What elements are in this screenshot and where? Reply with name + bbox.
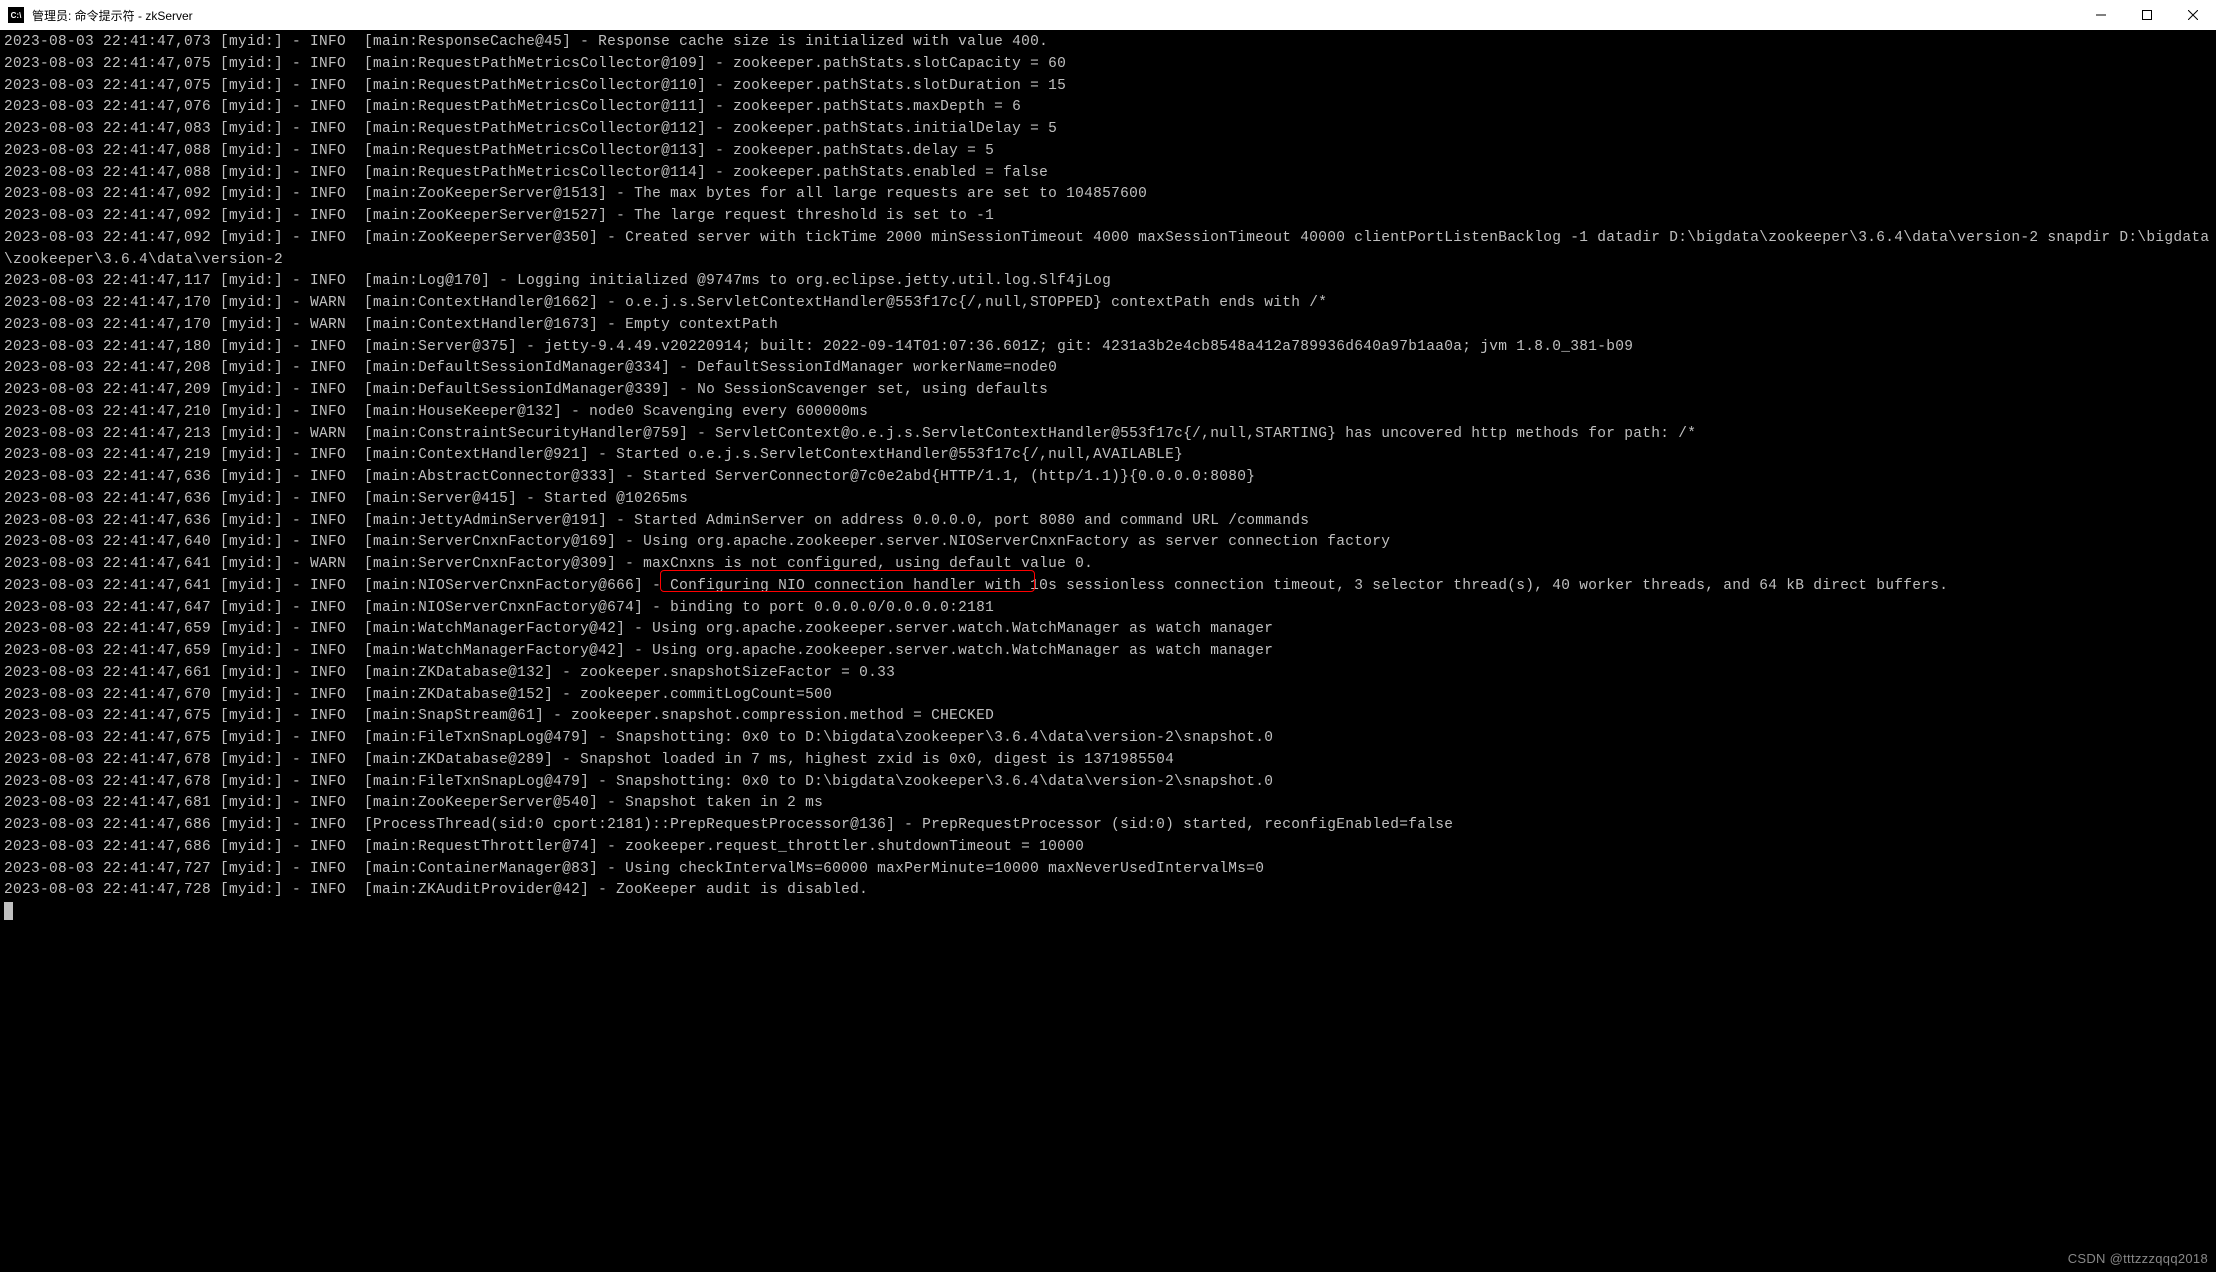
titlebar[interactable]: C:\ 管理员: 命令提示符 - zkServer bbox=[0, 0, 2216, 30]
log-line: 2023-08-03 22:41:47,678 [myid:] - INFO [… bbox=[4, 772, 2212, 794]
close-button[interactable] bbox=[2170, 0, 2216, 30]
log-line: 2023-08-03 22:41:47,209 [myid:] - INFO [… bbox=[4, 380, 2212, 402]
log-line: 2023-08-03 22:41:47,686 [myid:] - INFO [… bbox=[4, 815, 2212, 837]
log-line: 2023-08-03 22:41:47,636 [myid:] - INFO [… bbox=[4, 467, 2212, 489]
log-line: 2023-08-03 22:41:47,640 [myid:] - INFO [… bbox=[4, 532, 2212, 554]
window-controls bbox=[2078, 0, 2216, 30]
log-line: 2023-08-03 22:41:47,208 [myid:] - INFO [… bbox=[4, 358, 2212, 380]
log-line: 2023-08-03 22:41:47,075 [myid:] - INFO [… bbox=[4, 76, 2212, 98]
watermark: CSDN @tttzzzqqq2018 bbox=[2068, 1249, 2208, 1269]
log-line: 2023-08-03 22:41:47,659 [myid:] - INFO [… bbox=[4, 641, 2212, 663]
log-line: 2023-08-03 22:41:47,170 [myid:] - WARN [… bbox=[4, 293, 2212, 315]
log-line: 2023-08-03 22:41:47,219 [myid:] - INFO [… bbox=[4, 445, 2212, 467]
log-line: 2023-08-03 22:41:47,073 [myid:] - INFO [… bbox=[4, 32, 2212, 54]
log-line: 2023-08-03 22:41:47,647 [myid:] - INFO [… bbox=[4, 598, 2212, 620]
log-line: 2023-08-03 22:41:47,661 [myid:] - INFO [… bbox=[4, 663, 2212, 685]
log-line: 2023-08-03 22:41:47,728 [myid:] - INFO [… bbox=[4, 880, 2212, 902]
log-line: 2023-08-03 22:41:47,727 [myid:] - INFO [… bbox=[4, 859, 2212, 881]
log-line: 2023-08-03 22:41:47,083 [myid:] - INFO [… bbox=[4, 119, 2212, 141]
log-line: 2023-08-03 22:41:47,641 [myid:] - WARN [… bbox=[4, 554, 2212, 576]
log-line: 2023-08-03 22:41:47,088 [myid:] - INFO [… bbox=[4, 141, 2212, 163]
maximize-button[interactable] bbox=[2124, 0, 2170, 30]
cmd-icon: C:\ bbox=[8, 7, 24, 23]
log-line: 2023-08-03 22:41:47,670 [myid:] - INFO [… bbox=[4, 685, 2212, 707]
log-line: 2023-08-03 22:41:47,180 [myid:] - INFO [… bbox=[4, 337, 2212, 359]
log-line: 2023-08-03 22:41:47,092 [myid:] - INFO [… bbox=[4, 228, 2212, 272]
log-line: 2023-08-03 22:41:47,092 [myid:] - INFO [… bbox=[4, 184, 2212, 206]
log-line: 2023-08-03 22:41:47,170 [myid:] - WARN [… bbox=[4, 315, 2212, 337]
log-line: 2023-08-03 22:41:47,092 [myid:] - INFO [… bbox=[4, 206, 2212, 228]
cursor-line bbox=[4, 902, 2212, 929]
log-line: 2023-08-03 22:41:47,675 [myid:] - INFO [… bbox=[4, 728, 2212, 750]
log-line: 2023-08-03 22:41:47,659 [myid:] - INFO [… bbox=[4, 619, 2212, 641]
cursor bbox=[4, 902, 13, 920]
log-line: 2023-08-03 22:41:47,075 [myid:] - INFO [… bbox=[4, 54, 2212, 76]
terminal-output[interactable]: 2023-08-03 22:41:47,073 [myid:] - INFO [… bbox=[0, 30, 2216, 1272]
log-line: 2023-08-03 22:41:47,636 [myid:] - INFO [… bbox=[4, 489, 2212, 511]
console-window: C:\ 管理员: 命令提示符 - zkServer 2023-08-03 22:… bbox=[0, 0, 2216, 1272]
log-line: 2023-08-03 22:41:47,636 [myid:] - INFO [… bbox=[4, 511, 2212, 533]
log-line: 2023-08-03 22:41:47,686 [myid:] - INFO [… bbox=[4, 837, 2212, 859]
log-line: 2023-08-03 22:41:47,210 [myid:] - INFO [… bbox=[4, 402, 2212, 424]
log-line: 2023-08-03 22:41:47,117 [myid:] - INFO [… bbox=[4, 271, 2212, 293]
minimize-button[interactable] bbox=[2078, 0, 2124, 30]
log-line: 2023-08-03 22:41:47,681 [myid:] - INFO [… bbox=[4, 793, 2212, 815]
log-line: 2023-08-03 22:41:47,213 [myid:] - WARN [… bbox=[4, 424, 2212, 446]
window-title: 管理员: 命令提示符 - zkServer bbox=[32, 7, 2078, 24]
log-line: 2023-08-03 22:41:47,678 [myid:] - INFO [… bbox=[4, 750, 2212, 772]
log-line: 2023-08-03 22:41:47,675 [myid:] - INFO [… bbox=[4, 706, 2212, 728]
log-line: 2023-08-03 22:41:47,076 [myid:] - INFO [… bbox=[4, 97, 2212, 119]
log-line: 2023-08-03 22:41:47,641 [myid:] - INFO [… bbox=[4, 576, 2212, 598]
log-line: 2023-08-03 22:41:47,088 [myid:] - INFO [… bbox=[4, 163, 2212, 185]
